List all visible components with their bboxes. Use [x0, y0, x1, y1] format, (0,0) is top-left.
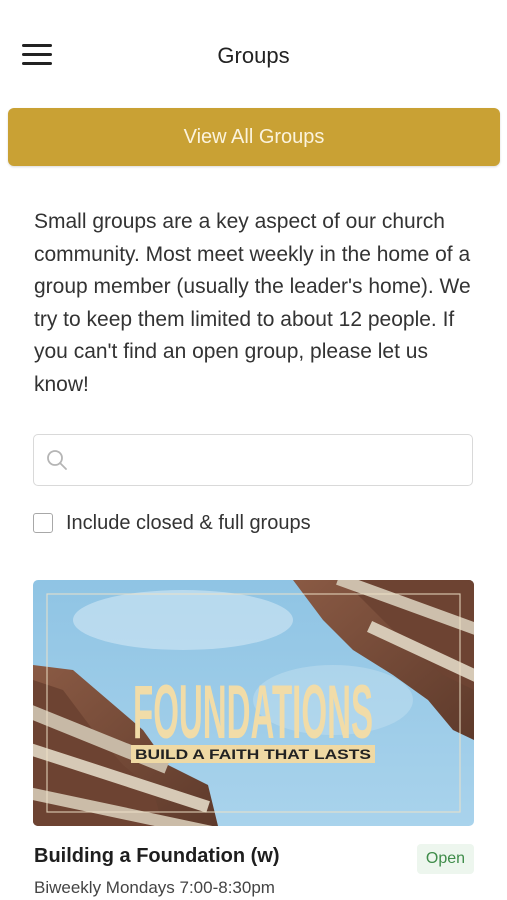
view-all-groups-button[interactable]: View All Groups — [8, 108, 500, 166]
group-card-image[interactable]: FOUNDATIONS BUILD A FAITH THAT LASTS — [33, 580, 474, 826]
group-image-title: FOUNDATIONS — [133, 670, 373, 755]
group-name[interactable]: Building a Foundation (w) — [34, 845, 280, 868]
search-input[interactable] — [78, 435, 462, 487]
page-title: Groups — [217, 43, 290, 68]
search-icon — [46, 449, 68, 476]
include-closed-label: Include closed & full groups — [66, 511, 311, 534]
include-closed-filter[interactable]: Include closed & full groups — [33, 509, 311, 537]
status-badge: Open — [417, 844, 474, 874]
group-schedule: Biweekly Mondays 7:00-8:30pm — [34, 878, 275, 897]
search-box[interactable] — [33, 434, 473, 487]
app-header: Groups — [0, 0, 507, 100]
intro-text: Small groups are a key aspect of our chu… — [34, 210, 471, 396]
group-image-tagline: BUILD A FAITH THAT LASTS — [135, 746, 371, 762]
include-closed-checkbox[interactable] — [33, 513, 53, 533]
